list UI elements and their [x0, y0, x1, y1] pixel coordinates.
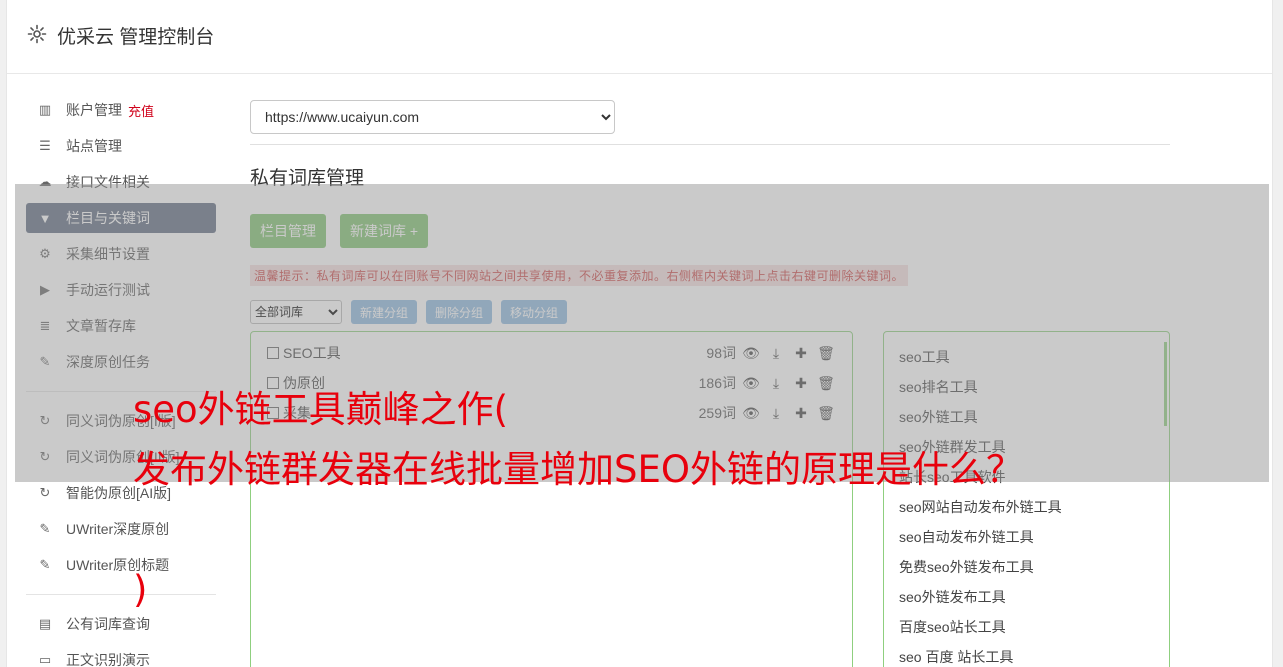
sidebar-item-uwriter-deep[interactable]: ✎ UWriter深度原创	[26, 514, 216, 544]
divider	[250, 144, 1170, 145]
sidebar-divider	[26, 594, 216, 595]
keyword-item[interactable]: seo外链发布工具	[884, 582, 1169, 612]
edit-icon: ✎	[39, 557, 51, 572]
sidebar-item-label: 站点管理	[66, 138, 122, 154]
sidebar-item-label: 正文识别演示	[66, 652, 150, 667]
keyword-item[interactable]: 百度seo站长工具	[884, 612, 1169, 642]
page-title: 优采云 管理控制台	[57, 27, 215, 48]
gear-icon	[27, 24, 47, 44]
edit-icon: ✎	[39, 521, 51, 536]
server-icon: ☰	[39, 138, 51, 153]
keyword-item[interactable]: seo 百度 站长工具	[884, 642, 1169, 667]
site-select[interactable]: https://www.ucaiyun.com	[250, 100, 615, 134]
sidebar-item-label: 公有词库查询	[66, 616, 150, 632]
overlay-caption-line1: seo外链工具巅峰之作(	[133, 388, 509, 431]
overlay-caption-line3: )	[133, 568, 148, 611]
header: 优采云 管理控制台	[7, 0, 1272, 74]
recharge-link[interactable]: 充值	[128, 101, 154, 120]
refresh-icon: ↻	[39, 485, 51, 500]
keyword-item[interactable]: 免费seo外链发布工具	[884, 552, 1169, 582]
keyword-item[interactable]: seo网站自动发布外链工具	[884, 492, 1169, 522]
keyword-item[interactable]: seo自动发布外链工具	[884, 522, 1169, 552]
sidebar-item-uwriter-title[interactable]: ✎ UWriter原创标题	[26, 550, 216, 580]
sidebar-item-label: UWriter深度原创	[66, 521, 170, 537]
sidebar-item-public-lib[interactable]: ▤ 公有词库查询	[26, 609, 216, 639]
bar-chart-icon: ▥	[38, 102, 52, 117]
sidebar-item-label: UWriter原创标题	[66, 557, 170, 573]
sidebar-item-sites[interactable]: ☰ 站点管理	[26, 131, 216, 161]
gray-overlay-band	[15, 184, 1269, 482]
sidebar-item-account[interactable]: ▥ 账户管理 充值	[26, 95, 216, 125]
sidebar-item-label: 账户管理	[66, 102, 122, 118]
book-icon: ▤	[38, 616, 52, 631]
sidebar-item-text-recognition[interactable]: ▭ 正文识别演示	[26, 645, 216, 667]
overlay-caption-line2: 发布外链群发器在线批量增加SEO外链的原理是什么？	[133, 448, 1023, 491]
monitor-icon: ▭	[38, 652, 52, 667]
